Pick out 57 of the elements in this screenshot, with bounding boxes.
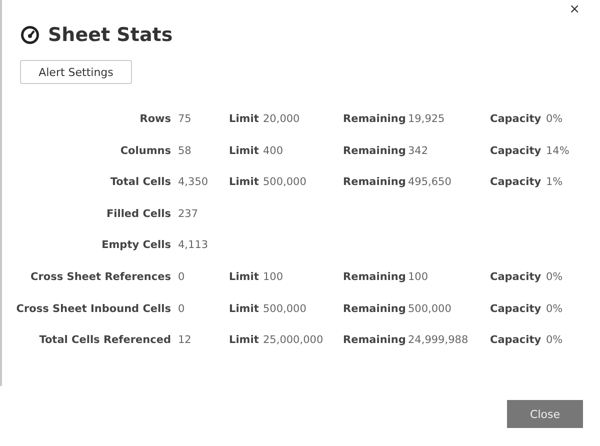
row-value: 75	[178, 112, 192, 127]
dialog-title: Sheet Stats	[48, 24, 173, 46]
stat-label: Limit	[229, 112, 260, 127]
stat-value: 24,999,988	[408, 333, 470, 348]
stat-label: Limit	[229, 302, 260, 317]
row-label: Empty Cells	[100, 238, 172, 254]
row-label: Cross Sheet References	[30, 270, 172, 285]
stat-label: Limit	[229, 144, 260, 159]
row-label: Total Cells Referenced	[38, 333, 172, 348]
stat-value: 0%	[546, 333, 564, 348]
row-value: 12	[178, 333, 192, 348]
stat-label: Limit	[229, 175, 260, 190]
stat-value: 342	[408, 144, 430, 159]
close-icon[interactable]: ×	[569, 2, 580, 17]
stat-value: 19,925	[408, 112, 446, 127]
stat-value: 400	[263, 144, 284, 159]
alert-settings-button[interactable]: Alert Settings	[20, 60, 132, 84]
stat-label: Remaining	[343, 175, 407, 190]
stat-value: 500,000	[408, 302, 452, 317]
stat-label: Remaining	[343, 302, 407, 317]
row-label: Cross Sheet Inbound Cells	[15, 302, 172, 317]
row-label: Total Cells	[109, 175, 172, 190]
stat-label: Capacity	[490, 144, 542, 159]
close-button[interactable]: Close	[507, 400, 583, 428]
stat-value: 14%	[546, 144, 570, 159]
stat-value: 495,650	[408, 175, 452, 190]
stat-label: Remaining	[343, 333, 407, 348]
stat-value: 0%	[546, 112, 564, 127]
gauge-icon	[20, 25, 40, 45]
stat-value: 100	[408, 270, 430, 285]
row-value: 0	[178, 302, 186, 317]
stat-label: Remaining	[343, 112, 407, 127]
stat-value: 500,000	[263, 302, 308, 317]
row-label: Rows	[138, 112, 172, 127]
row-value: 58	[178, 144, 192, 159]
stat-label: Capacity	[490, 270, 542, 285]
stat-label: Capacity	[490, 112, 542, 127]
stat-value: 20,000	[263, 112, 301, 127]
stat-label: Capacity	[490, 333, 542, 348]
stat-value: 100	[263, 270, 284, 285]
stat-label: Capacity	[490, 302, 542, 317]
stat-value: 25,000,000	[263, 333, 324, 348]
stat-label: Capacity	[490, 175, 542, 190]
row-label: Columns	[119, 144, 172, 159]
stat-label: Limit	[229, 270, 260, 285]
stat-label: Remaining	[343, 270, 407, 285]
stat-value: 1%	[546, 175, 564, 190]
stat-value: 0%	[546, 270, 564, 285]
stat-value: 0%	[546, 302, 564, 317]
stat-value: 500,000	[263, 175, 308, 190]
row-value: 0	[178, 270, 186, 285]
stat-label: Limit	[229, 333, 260, 348]
stat-label: Remaining	[343, 144, 407, 159]
row-label: Filled Cells	[105, 206, 172, 222]
row-value: 237	[178, 206, 200, 222]
row-value: 4,113	[178, 238, 210, 254]
row-value: 4,350	[178, 175, 210, 190]
